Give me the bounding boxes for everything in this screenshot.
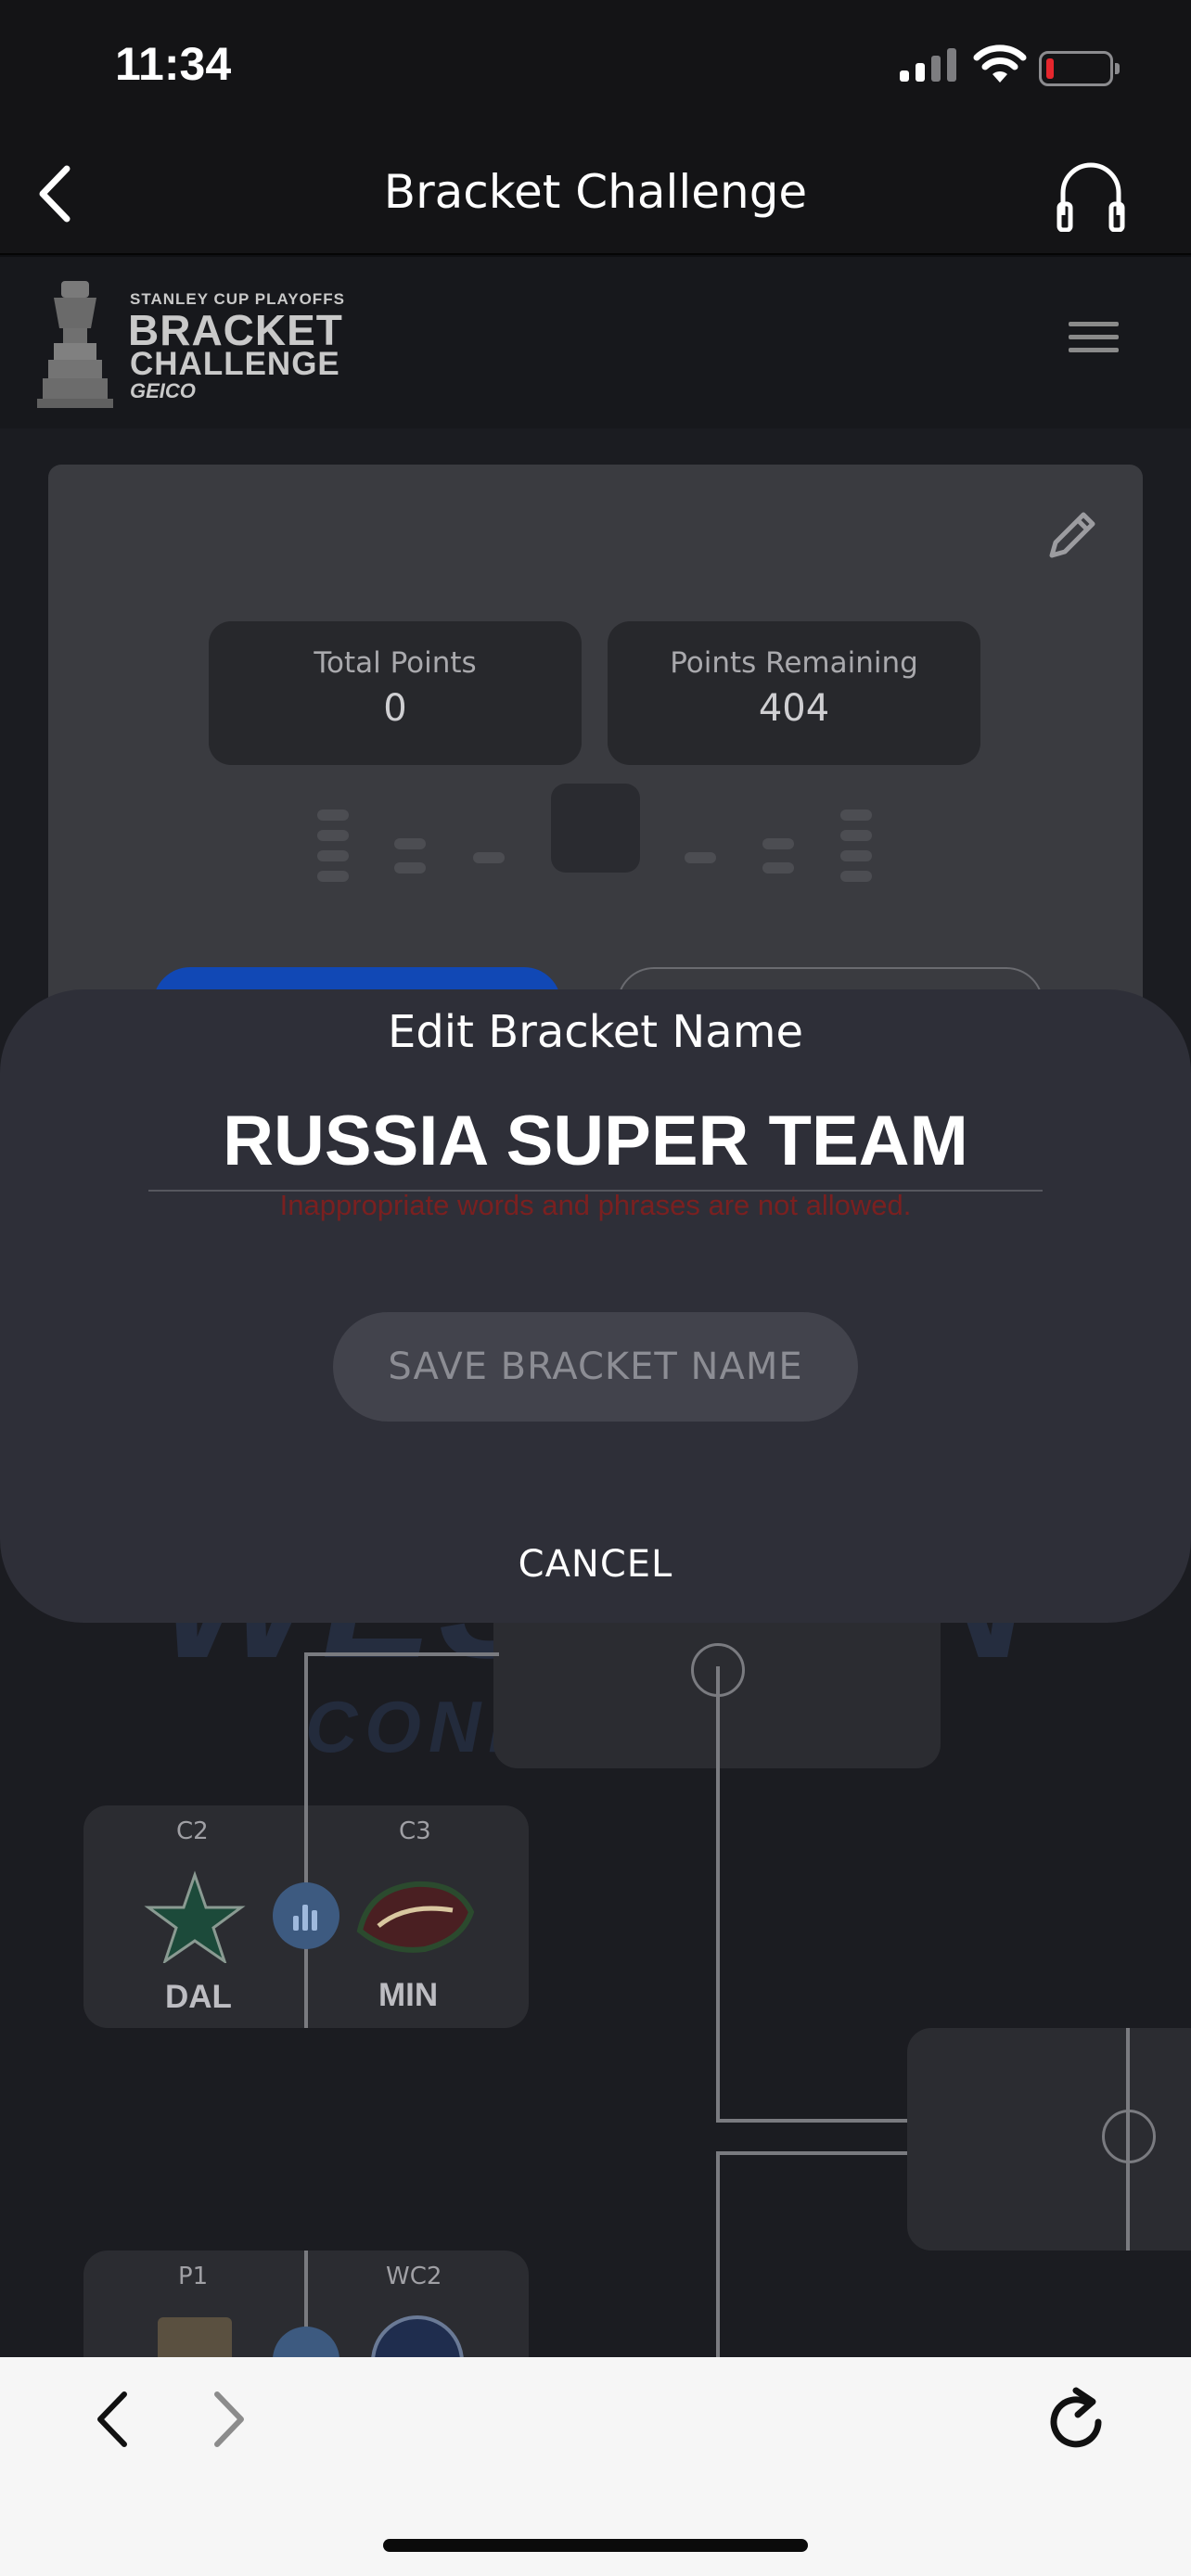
team-abbr: MIN <box>378 1977 439 2013</box>
dallas-stars-logo <box>144 1870 246 1963</box>
forward-chevron-icon[interactable] <box>206 2387 252 2452</box>
seed-label: C2 <box>176 1817 209 1845</box>
battery-icon <box>1039 51 1120 86</box>
total-points-label: Total Points <box>314 646 477 680</box>
back-chevron-icon[interactable] <box>89 2387 135 2452</box>
stanley-cup-icon <box>37 281 113 408</box>
cellular-signal-icon <box>900 48 956 82</box>
vegas-golden-knights-logo <box>158 2317 232 2357</box>
reload-icon[interactable] <box>1044 2385 1111 2455</box>
mini-cup-icon <box>551 784 640 873</box>
hamburger-menu-icon[interactable] <box>1069 322 1119 359</box>
status-bar: 11:34 <box>0 0 1191 139</box>
headphones-icon[interactable] <box>1056 158 1126 232</box>
pick-circle[interactable] <box>691 1643 745 1697</box>
save-bracket-name-button[interactable]: SAVE BRACKET NAME <box>333 1312 858 1422</box>
navigation-bar: Bracket Challenge <box>0 139 1191 255</box>
minnesota-wild-logo <box>356 1881 475 1953</box>
points-remaining-label: Points Remaining <box>670 646 918 680</box>
wifi-icon <box>973 45 1027 83</box>
total-points-box: Total Points 0 <box>209 621 582 765</box>
nav-title: Bracket Challenge <box>383 165 808 219</box>
seed-label: WC2 <box>386 2263 442 2290</box>
team-abbr: DAL <box>165 1979 232 2015</box>
stats-icon[interactable] <box>273 1882 339 1949</box>
edit-bracket-name-dialog: Edit Bracket Name Inappropriate words an… <box>0 989 1191 1623</box>
status-time: 11:34 <box>115 38 232 90</box>
bracket-challenge-logo[interactable]: STANLEY CUP PLAYOFFS BRACKET CHALLENGE G… <box>28 270 362 418</box>
points-remaining-value: 404 <box>758 687 830 730</box>
pencil-icon[interactable] <box>1039 504 1104 568</box>
seed-label: P1 <box>178 2263 209 2290</box>
pick-circle[interactable] <box>1102 2110 1156 2163</box>
home-indicator[interactable] <box>383 2539 808 2552</box>
total-points-value: 0 <box>383 687 407 730</box>
dialog-heading: Edit Bracket Name <box>388 1006 803 1058</box>
seed-label: C3 <box>399 1817 431 1845</box>
bracket-name-input[interactable] <box>148 1091 1043 1192</box>
browser-toolbar <box>0 2357 1191 2576</box>
validation-error: Inappropriate words and phrases are not … <box>279 1189 912 1221</box>
logo-sponsor: GEICO <box>130 379 196 402</box>
cancel-button[interactable]: CANCEL <box>456 1532 735 1597</box>
site-header: STANLEY CUP PLAYOFFS BRACKET CHALLENGE G… <box>0 257 1191 428</box>
logo-line-2: CHALLENGE <box>130 346 340 382</box>
points-remaining-box: Points Remaining 404 <box>608 621 980 765</box>
